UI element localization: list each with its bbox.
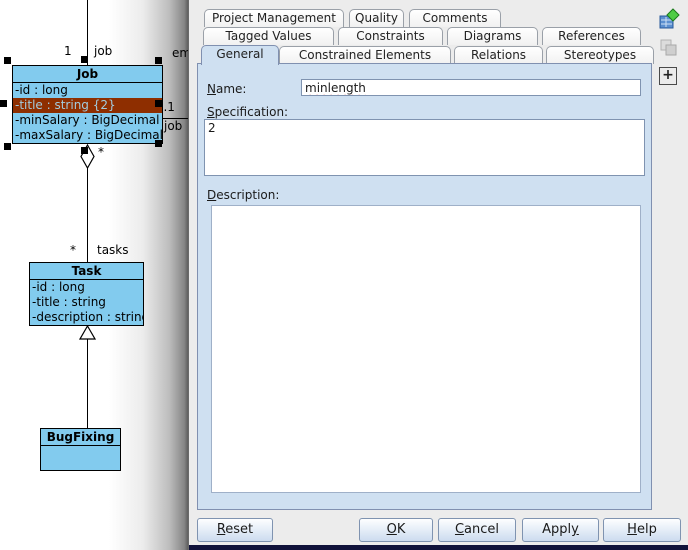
reset-button[interactable]: Reset (197, 518, 273, 542)
help-button[interactable]: Help (603, 518, 681, 542)
tab-quality[interactable]: Quality (349, 9, 404, 27)
selection-handle[interactable] (0, 100, 7, 107)
selection-handle[interactable] (4, 57, 11, 64)
generalization-arrow-icon[interactable] (79, 325, 96, 340)
tab-constrained-elements[interactable]: Constrained Elements (279, 46, 451, 64)
tab-tagged-values[interactable]: Tagged Values (203, 27, 334, 45)
class-name[interactable]: Job (13, 66, 162, 83)
description-label: Description: (207, 188, 279, 202)
window-edge-strip (189, 545, 688, 550)
name-input[interactable]: minlength (301, 79, 641, 96)
role-label[interactable]: job (94, 45, 112, 58)
class-attribute-compartment[interactable] (41, 446, 120, 470)
tab-diagrams[interactable]: Diagrams (447, 27, 538, 45)
new-constraint-icon[interactable] (659, 8, 681, 30)
apply-button[interactable]: Apply (522, 518, 599, 542)
selection-handle[interactable] (4, 143, 11, 150)
multiplicity-label[interactable]: * (98, 146, 104, 159)
class-attribute[interactable]: -title : string (30, 295, 143, 310)
generalization-edge[interactable] (87, 339, 88, 428)
class-attribute[interactable]: -minSalary : BigDecimal (13, 113, 162, 128)
class-box-bugfixing[interactable]: BugFixing (40, 428, 121, 471)
class-box-job[interactable]: Job -id : long -title : string {2} -minS… (12, 65, 163, 144)
general-tab-panel: Name: minlength Specification: 2 Descrip… (197, 63, 652, 510)
class-attribute[interactable]: -maxSalary : BigDecimal (13, 128, 162, 143)
multiplicity-label[interactable]: * (70, 244, 76, 257)
copy-icon-disabled[interactable] (659, 38, 679, 58)
class-attribute[interactable]: -description : string (30, 310, 143, 325)
class-name[interactable]: BugFixing (41, 429, 120, 446)
name-label: Name: (207, 82, 246, 96)
class-attribute[interactable]: -id : long (13, 83, 162, 98)
role-label[interactable]: tasks (97, 244, 129, 257)
class-box-task[interactable]: Task -id : long -title : string -descrip… (29, 262, 144, 326)
ok-button[interactable]: OK (359, 518, 433, 542)
uml-tool-window: 1 job em * * tasks 0..1 job Job -id : lo… (0, 0, 688, 550)
class-name[interactable]: Task (30, 263, 143, 280)
specification-textarea[interactable]: 2 (204, 119, 645, 176)
expand-button[interactable]: + (659, 67, 677, 85)
diagram-canvas[interactable]: 1 job em * * tasks 0..1 job Job -id : lo… (0, 0, 188, 550)
tab-references[interactable]: References (542, 27, 641, 45)
selection-handle[interactable] (81, 147, 88, 154)
name-value: minlength (305, 81, 366, 95)
properties-dialog: Project Management Quality Comments Tagg… (188, 0, 688, 550)
selection-handle[interactable] (155, 140, 162, 147)
role-label-clipped[interactable]: em (172, 47, 188, 60)
selection-handle[interactable] (155, 100, 162, 107)
specification-value: 2 (208, 121, 216, 135)
description-textarea[interactable] (211, 205, 641, 493)
tab-project-management[interactable]: Project Management (204, 9, 344, 27)
tab-comments[interactable]: Comments (409, 9, 501, 27)
selection-handle[interactable] (81, 56, 88, 63)
tab-constraints[interactable]: Constraints (338, 27, 443, 45)
tab-relations[interactable]: Relations (454, 46, 543, 64)
specification-label: Specification: (207, 105, 288, 119)
multiplicity-label[interactable]: 1 (64, 45, 72, 58)
class-attribute[interactable]: -id : long (30, 280, 143, 295)
cancel-button[interactable]: Cancel (438, 518, 516, 542)
tab-stereotypes[interactable]: Stereotypes (546, 46, 654, 64)
class-attribute-selected[interactable]: -title : string {2} (13, 98, 162, 113)
role-label[interactable]: job (164, 120, 182, 133)
selection-handle[interactable] (155, 57, 162, 64)
tab-general[interactable]: General (201, 45, 279, 65)
aggregation-edge[interactable] (87, 168, 88, 263)
